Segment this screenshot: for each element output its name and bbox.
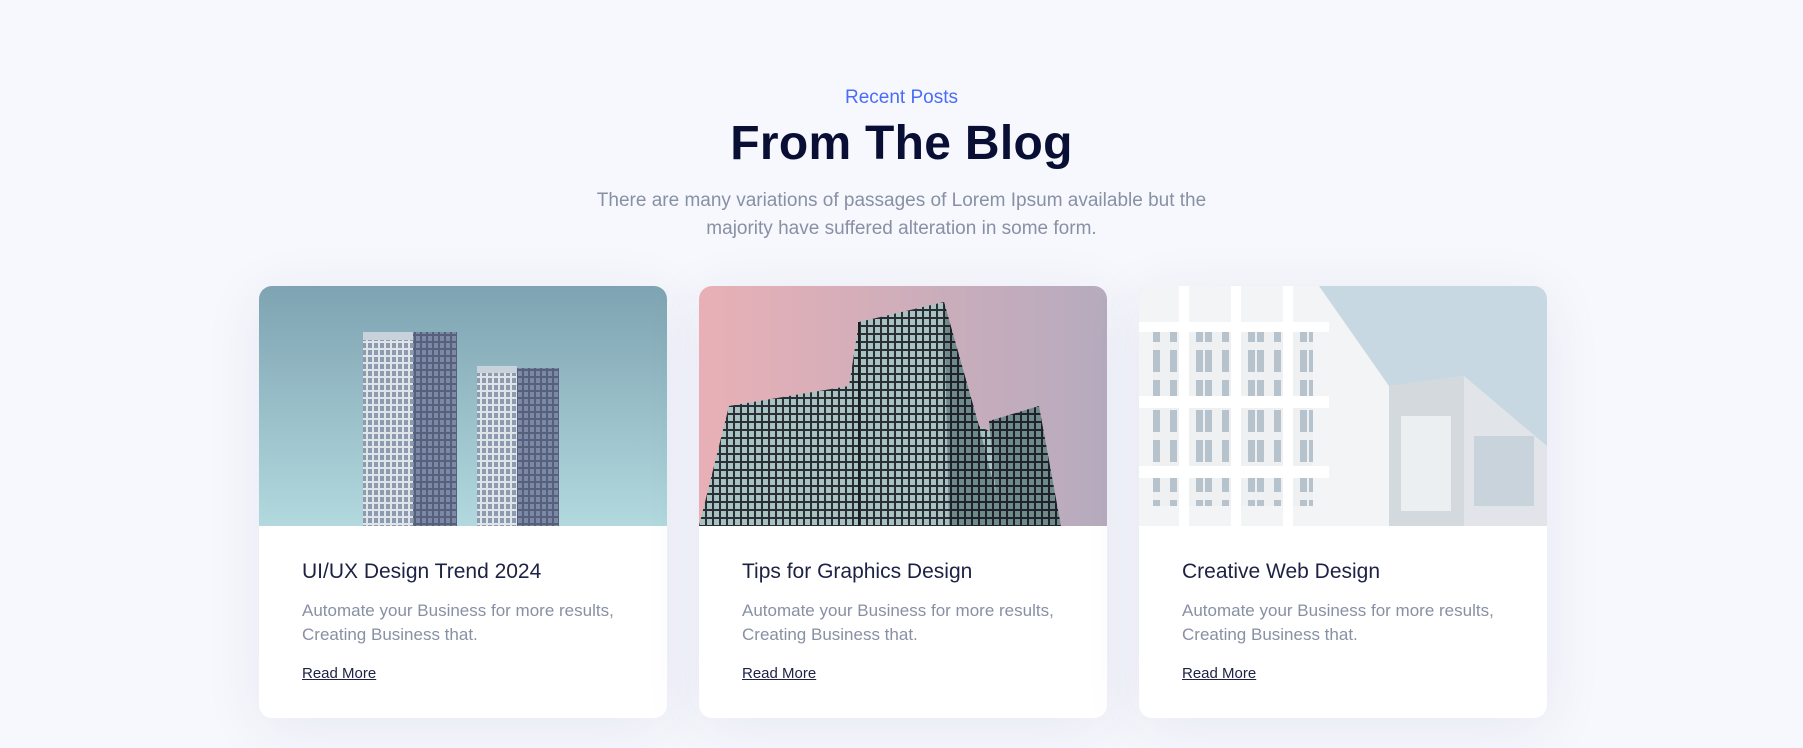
blog-card-description: Automate your Business for more results,… [302, 601, 614, 644]
blog-card-body: Creative Web Design Automate your Busine… [1139, 526, 1547, 684]
blog-card: UI/UX Design Trend 2024 Automate your Bu… [259, 286, 667, 718]
read-more-link[interactable]: Read More [742, 664, 816, 684]
section-header: Recent Posts From The Blog There are man… [0, 85, 1803, 243]
blog-card-title[interactable]: UI/UX Design Trend 2024 [302, 558, 624, 586]
blog-card: Creative Web Design Automate your Busine… [1139, 286, 1547, 718]
blog-card: Tips for Graphics Design Automate your B… [699, 286, 1107, 718]
blog-card-grid: UI/UX Design Trend 2024 Automate your Bu… [259, 286, 1547, 718]
section-title: From The Blog [730, 117, 1073, 170]
blog-card-title[interactable]: Creative Web Design [1182, 558, 1504, 586]
blog-section: Recent Posts From The Blog There are man… [0, 0, 1803, 748]
blog-card-body: Tips for Graphics Design Automate your B… [699, 526, 1107, 684]
blog-card-description: Automate your Business for more results,… [742, 601, 1054, 644]
section-eyebrow: Recent Posts [845, 87, 958, 108]
read-more-link[interactable]: Read More [302, 664, 376, 684]
twin-skyscrapers-image[interactable] [259, 286, 667, 526]
glass-office-tower-image[interactable] [699, 286, 1107, 526]
blog-card-title[interactable]: Tips for Graphics Design [742, 558, 1064, 586]
blog-card-body: UI/UX Design Trend 2024 Automate your Bu… [259, 526, 667, 684]
blog-card-description: Automate your Business for more results,… [1182, 601, 1494, 644]
section-subtitle: There are many variations of passages of… [596, 190, 1207, 239]
read-more-link[interactable]: Read More [1182, 664, 1256, 684]
white-modern-building-image[interactable] [1139, 286, 1547, 526]
